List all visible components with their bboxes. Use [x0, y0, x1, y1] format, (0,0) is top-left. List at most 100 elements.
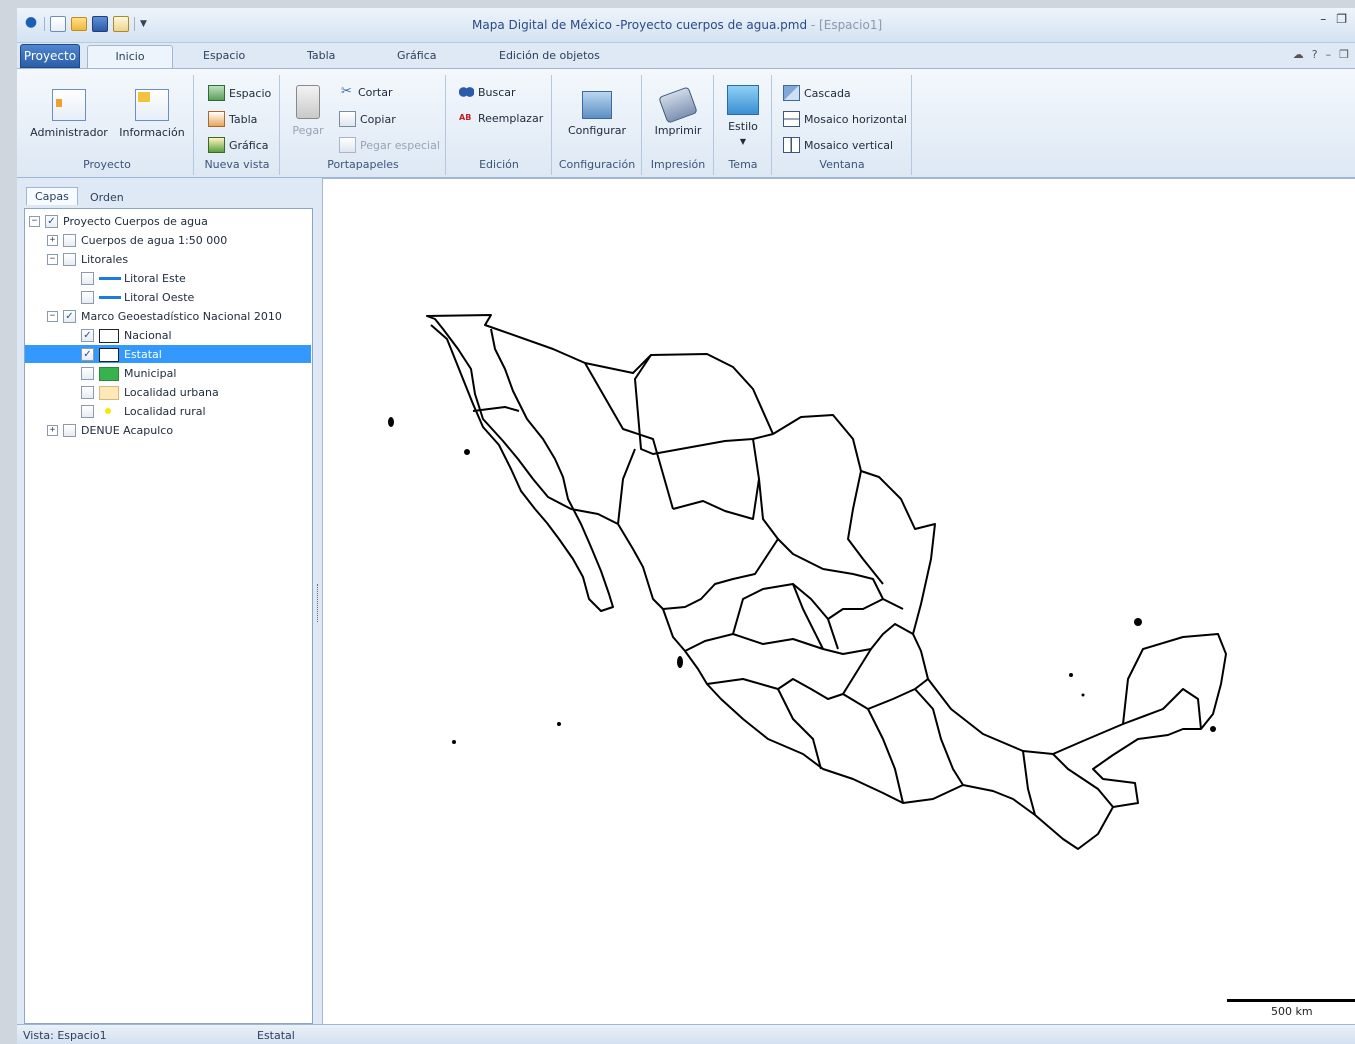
tab-edicion-de-objetos[interactable]: Edición de objetos — [499, 49, 600, 62]
minimize-button[interactable]: – — [1320, 12, 1326, 26]
state-border — [672, 478, 760, 520]
state-border — [827, 618, 839, 650]
cascada-button[interactable]: Cascada — [783, 85, 851, 101]
tree-node-estatal[interactable]: ✓ Estatal — [81, 345, 162, 364]
nueva-vista-espacio-button[interactable]: Espacio — [208, 85, 271, 101]
toolbar-separator — [44, 17, 45, 31]
tree-node-litoral-oeste[interactable]: Litoral Oeste — [81, 288, 194, 307]
group-proyecto: Administrador Información Proyecto — [21, 75, 194, 175]
printer-icon — [658, 86, 698, 124]
tree-node-cuerpos-de-agua[interactable]: + Cuerpos de agua 1:50 000 — [47, 231, 227, 250]
layer-checkbox[interactable] — [81, 291, 94, 304]
tab-orden[interactable]: Orden — [82, 189, 132, 206]
island-mark — [388, 417, 394, 427]
tree-node-label: Cuerpos de agua 1:50 000 — [81, 234, 228, 247]
island-mark — [452, 740, 456, 744]
expand-icon[interactable]: + — [47, 235, 58, 246]
window-icon[interactable] — [113, 16, 129, 32]
collapse-icon[interactable]: − — [29, 216, 40, 227]
expand-icon[interactable]: + — [47, 425, 58, 436]
estilo-button[interactable]: Estilo ▼ — [719, 85, 767, 146]
layer-checkbox[interactable]: ✓ — [81, 329, 94, 342]
layer-checkbox[interactable]: ✓ — [45, 215, 58, 228]
mosaico-horizontal-label: Mosaico horizontal — [804, 112, 907, 126]
title-bar: ▼ Mapa Digital de México -Proyecto cuerp… — [17, 8, 1355, 43]
island-mark — [1134, 618, 1142, 626]
state-border — [792, 583, 884, 620]
copiar-button[interactable]: Copiar — [339, 111, 396, 127]
tree-node-marco-geoestadistico[interactable]: − ✓ Marco Geoestadístico Nacional 2010 — [47, 307, 282, 326]
estilo-label: Estilo — [728, 120, 758, 133]
tree-node-label: Litoral Oeste — [124, 291, 195, 304]
layer-checkbox[interactable] — [63, 424, 76, 437]
state-border — [777, 688, 822, 770]
cortar-button[interactable]: ✂ Cortar — [339, 84, 392, 99]
tree-node-localidad-rural[interactable]: Localidad rural — [81, 402, 206, 421]
tab-capas[interactable]: Capas — [26, 187, 78, 205]
mosaico-vertical-button[interactable]: Mosaico vertical — [783, 137, 893, 153]
application-window: ▼ Mapa Digital de México -Proyecto cuerp… — [17, 8, 1355, 1044]
collapse-icon[interactable]: − — [47, 254, 58, 265]
reemplazar-button[interactable]: AB Reemplazar — [459, 111, 543, 125]
tree-node-localidad-urbana[interactable]: Localidad urbana — [81, 383, 219, 402]
state-border — [847, 470, 884, 585]
layer-checkbox[interactable] — [63, 234, 76, 247]
state-border — [584, 362, 674, 510]
configurar-button[interactable]: Configurar — [559, 91, 635, 137]
tile-vertical-icon — [783, 137, 800, 153]
child-minimize-button[interactable]: – — [1326, 48, 1332, 61]
layers-tree: − ✓ Proyecto Cuerpos de agua + Cuerpos d… — [24, 208, 313, 1024]
pegar-especial-button[interactable]: Pegar especial — [339, 137, 440, 153]
ribbon-collapse-icon[interactable]: ☁ — [1293, 48, 1304, 61]
administrador-button[interactable]: Administrador — [29, 89, 109, 139]
status-active-view: Vista: Espacio1 — [23, 1029, 107, 1042]
splitter-grip-icon[interactable] — [317, 584, 320, 622]
tab-inicio[interactable]: Inicio — [87, 45, 173, 69]
tree-node-label: Localidad rural — [124, 405, 206, 418]
state-border — [706, 648, 872, 700]
pegar-button[interactable]: Pegar — [287, 85, 329, 137]
layer-checkbox[interactable] — [63, 253, 76, 266]
tree-node-municipal[interactable]: Municipal — [81, 364, 176, 383]
tree-node-litoral-este[interactable]: Litoral Este — [81, 269, 186, 288]
polygon-symbol-icon — [99, 385, 119, 400]
informacion-button[interactable]: Información — [117, 89, 187, 139]
tree-node-litorales[interactable]: − Litorales — [47, 250, 128, 269]
child-restore-button[interactable]: ❐ — [1339, 48, 1349, 61]
new-project-icon[interactable] — [50, 16, 66, 32]
layer-checkbox[interactable]: ✓ — [81, 348, 94, 361]
nueva-vista-tabla-button[interactable]: Tabla — [208, 111, 257, 127]
tab-tabla[interactable]: Tabla — [307, 49, 335, 62]
ribbon-right-controls: ☁ ? – ❐ — [1293, 48, 1349, 61]
app-pin-icon[interactable] — [23, 16, 39, 32]
nueva-vista-grafica-button[interactable]: Gráfica — [208, 137, 269, 153]
customize-toolbar-dropdown-icon[interactable]: ▼ — [140, 19, 147, 29]
layer-checkbox[interactable] — [81, 367, 94, 380]
panel-splitter[interactable] — [314, 184, 322, 1024]
imprimir-button[interactable]: Imprimir — [647, 86, 709, 137]
layer-checkbox[interactable] — [81, 405, 94, 418]
restore-button[interactable]: ❐ — [1336, 12, 1347, 26]
layer-checkbox[interactable]: ✓ — [63, 310, 76, 323]
layer-checkbox[interactable] — [81, 272, 94, 285]
tabla-label: Tabla — [229, 112, 258, 126]
state-border — [684, 623, 914, 655]
scissors-icon: ✂ — [341, 84, 352, 99]
tree-node-denue-acapulco[interactable]: + DENUE Acapulco — [47, 421, 173, 440]
proyecto-app-button[interactable]: Proyecto — [20, 44, 80, 68]
mosaico-horizontal-button[interactable]: Mosaico horizontal — [783, 111, 907, 127]
mexico-states-map[interactable] — [323, 179, 1355, 1025]
help-icon[interactable]: ? — [1312, 48, 1318, 61]
tree-node-nacional[interactable]: ✓ Nacional — [81, 326, 172, 345]
collapse-icon[interactable]: − — [47, 311, 58, 322]
layer-checkbox[interactable] — [81, 386, 94, 399]
buscar-button[interactable]: Buscar — [459, 85, 516, 99]
open-folder-icon[interactable] — [71, 17, 87, 31]
map-view[interactable]: 500 km — [322, 178, 1355, 1025]
tab-espacio[interactable]: Espacio — [203, 49, 245, 62]
tree-node-proyecto-cuerpos-de-agua[interactable]: − ✓ Proyecto Cuerpos de agua — [29, 212, 208, 231]
tab-grafica[interactable]: Gráfica — [397, 49, 437, 62]
island-mark — [464, 449, 470, 455]
configure-icon — [582, 91, 612, 119]
save-icon[interactable] — [92, 16, 108, 32]
